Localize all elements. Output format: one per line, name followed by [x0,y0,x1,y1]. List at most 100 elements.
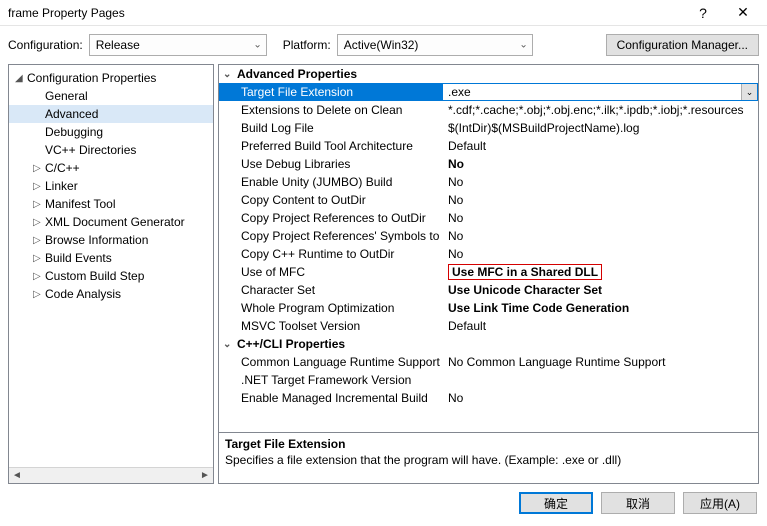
tree-root[interactable]: ◢ Configuration Properties [9,69,213,87]
chevron-down-icon: ⌄ [253,40,261,51]
property-row[interactable]: Use Debug LibrariesNo [219,155,758,173]
platform-dropdown[interactable]: Active(Win32) ⌄ [337,34,533,56]
tree-expand-icon[interactable]: ▷ [33,235,45,246]
group-header[interactable]: ⌄C++/CLI Properties [219,335,758,353]
tree-h-scrollbar[interactable]: ◄ ► [9,467,213,483]
tree-expand-icon[interactable]: ▷ [33,217,45,228]
tree-expand-icon[interactable]: ▷ [33,199,45,210]
tree-item-label: General [45,89,88,103]
tree-item[interactable]: ▷XML Document Generator [9,213,213,231]
property-row[interactable]: .NET Target Framework Version [219,371,758,389]
property-name: MSVC Toolset Version [219,317,442,335]
tree-item-label: Advanced [45,107,98,121]
property-value[interactable]: Default [442,137,758,155]
scroll-left-icon[interactable]: ◄ [9,468,25,483]
chevron-down-icon[interactable]: ⌄ [741,84,757,100]
config-value: Release [96,38,140,52]
property-value[interactable]: No [442,155,758,173]
property-row[interactable]: Copy Content to OutDirNo [219,191,758,209]
group-header[interactable]: ⌄Advanced Properties [219,65,758,83]
property-row[interactable]: Preferred Build Tool ArchitectureDefault [219,137,758,155]
property-row[interactable]: Copy Project References' Symbols to OutD… [219,227,758,245]
tree-collapse-icon[interactable]: ◢ [15,73,27,84]
tree-expand-icon[interactable]: ▷ [33,253,45,264]
tree-item-label: Custom Build Step [45,269,144,283]
property-name: Copy Project References to OutDir [219,209,442,227]
property-name: Copy Project References' Symbols to OutD… [219,227,442,245]
property-row[interactable]: MSVC Toolset VersionDefault [219,317,758,335]
property-value[interactable]: No [442,389,758,407]
tree-item[interactable]: ▷Build Events [9,249,213,267]
property-row[interactable]: Target File Extension.exe⌄ [219,83,758,101]
property-value[interactable]: Default [442,317,758,335]
cancel-button[interactable]: 取消 [601,492,675,514]
tree-expand-icon[interactable]: ▷ [33,181,45,192]
property-name: Character Set [219,281,442,299]
description-title: Target File Extension [225,437,752,451]
property-name: Enable Unity (JUMBO) Build [219,173,442,191]
property-value[interactable]: *.cdf;*.cache;*.obj;*.obj.enc;*.ilk;*.ip… [442,101,758,119]
property-name: Target File Extension [219,83,442,101]
platform-label: Platform: [283,38,331,52]
config-label: Configuration: [8,38,83,52]
tree-item[interactable]: ▷Custom Build Step [9,267,213,285]
property-row[interactable]: Build Log File$(IntDir)$(MSBuildProjectN… [219,119,758,137]
property-row[interactable]: Common Language Runtime SupportNo Common… [219,353,758,371]
tree-item[interactable]: ▷C/C++ [9,159,213,177]
property-name: Common Language Runtime Support [219,353,442,371]
close-button[interactable]: ✕ [723,0,763,26]
property-row[interactable]: Extensions to Delete on Clean*.cdf;*.cac… [219,101,758,119]
property-value[interactable]: No [442,173,758,191]
tree-item[interactable]: VC++ Directories [9,141,213,159]
tree-item-label: Manifest Tool [45,197,115,211]
scroll-right-icon[interactable]: ► [197,468,213,483]
property-value[interactable]: No [442,245,758,263]
property-name: Enable Managed Incremental Build [219,389,442,407]
ok-button[interactable]: 确定 [519,492,593,514]
group-collapse-icon[interactable]: ⌄ [223,339,237,350]
tree-item[interactable]: General [9,87,213,105]
config-dropdown[interactable]: Release ⌄ [89,34,267,56]
config-manager-button[interactable]: Configuration Manager... [606,34,759,56]
tree-item[interactable]: Debugging [9,123,213,141]
property-value[interactable]: No [442,209,758,227]
tree-item[interactable]: ▷Linker [9,177,213,195]
property-row[interactable]: Use of MFCUse MFC in a Shared DLL [219,263,758,281]
property-value[interactable]: Use MFC in a Shared DLL [442,263,758,281]
tree-item[interactable]: ▷Manifest Tool [9,195,213,213]
property-name: Extensions to Delete on Clean [219,101,442,119]
property-grid[interactable]: ⌄Advanced PropertiesTarget File Extensio… [218,64,759,433]
tree-item-label: XML Document Generator [45,215,185,229]
apply-button[interactable]: 应用(A) [683,492,757,514]
property-value[interactable]: No [442,191,758,209]
tree-expand-icon[interactable]: ▷ [33,289,45,300]
tree-item[interactable]: ▷Code Analysis [9,285,213,303]
property-value[interactable]: No [442,227,758,245]
property-value[interactable]: Use Link Time Code Generation [442,299,758,317]
property-row[interactable]: Enable Managed Incremental BuildNo [219,389,758,407]
property-row[interactable]: Copy Project References to OutDirNo [219,209,758,227]
tree-expand-icon[interactable]: ▷ [33,163,45,174]
property-row[interactable]: Enable Unity (JUMBO) BuildNo [219,173,758,191]
property-value[interactable]: No Common Language Runtime Support [442,353,758,371]
property-row[interactable]: Copy C++ Runtime to OutDirNo [219,245,758,263]
tree-expand-icon[interactable]: ▷ [33,271,45,282]
group-collapse-icon[interactable]: ⌄ [223,69,237,80]
property-row[interactable]: Whole Program OptimizationUse Link Time … [219,299,758,317]
tree-item[interactable]: Advanced [9,105,213,123]
property-value[interactable]: .exe⌄ [442,83,758,101]
property-name: Preferred Build Tool Architecture [219,137,442,155]
property-name: Whole Program Optimization [219,299,442,317]
property-value[interactable]: $(IntDir)$(MSBuildProjectName).log [442,119,758,137]
property-row[interactable]: Character SetUse Unicode Character Set [219,281,758,299]
help-button[interactable]: ? [683,0,723,26]
description-text: Specifies a file extension that the prog… [225,453,752,467]
config-tree[interactable]: ◢ Configuration Properties General Advanc… [9,65,213,467]
window-title: frame Property Pages [8,6,683,20]
property-value[interactable]: Use Unicode Character Set [442,281,758,299]
dialog-buttons: 确定 取消 应用(A) [0,484,767,522]
property-value[interactable] [442,371,758,389]
tree-item[interactable]: ▷Browse Information [9,231,213,249]
property-name: Build Log File [219,119,442,137]
property-name: Copy Content to OutDir [219,191,442,209]
